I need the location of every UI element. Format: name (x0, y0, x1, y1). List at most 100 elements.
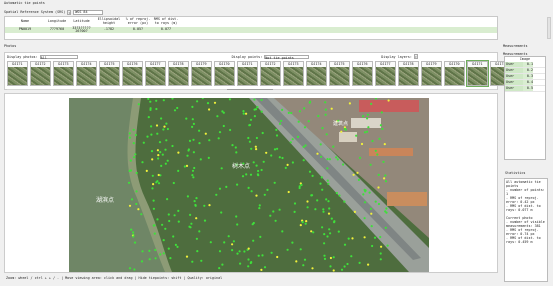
tie-point-marker[interactable] (298, 185, 301, 188)
tie-point-marker[interactable] (165, 122, 168, 125)
tie-point-marker[interactable] (252, 221, 255, 225)
tie-point-marker[interactable] (200, 259, 203, 262)
tie-point-marker[interactable] (162, 239, 165, 242)
tie-point-marker[interactable] (218, 187, 222, 190)
tie-point-marker[interactable] (163, 125, 166, 128)
tie-point-marker[interactable] (140, 213, 143, 216)
tie-point-marker[interactable] (260, 110, 263, 113)
tie-point-marker[interactable] (337, 230, 340, 233)
tie-point-marker[interactable] (363, 131, 367, 134)
tie-point-marker[interactable] (135, 202, 138, 206)
col-longitude[interactable]: Longitude (45, 19, 69, 24)
tie-point-marker[interactable] (308, 170, 312, 173)
tie-point-marker[interactable] (253, 115, 256, 118)
tie-point-marker[interactable] (128, 267, 132, 270)
tie-point-marker[interactable] (222, 111, 225, 114)
tie-point-marker[interactable] (217, 137, 220, 140)
tie-point-marker[interactable] (209, 241, 212, 244)
tie-point-marker[interactable] (270, 154, 273, 157)
main-photo-view[interactable]: 湖滨点 树木点 建筑点 (4, 93, 498, 273)
tie-point-marker[interactable] (183, 165, 186, 168)
tie-point-marker[interactable] (328, 228, 331, 231)
tie-point-marker[interactable] (241, 175, 245, 178)
tie-point-marker[interactable] (236, 223, 239, 226)
tie-point-marker[interactable] (343, 265, 346, 268)
photo-thumbnail[interactable]: DJI?6 (352, 61, 373, 86)
tie-point-marker[interactable] (272, 210, 275, 213)
tie-point-marker[interactable] (154, 248, 157, 252)
photo-thumbnail[interactable]: DJI?3 (53, 61, 74, 86)
tie-point-marker[interactable] (234, 146, 237, 149)
tie-point-marker[interactable] (203, 204, 206, 207)
tie-point-marker[interactable] (261, 254, 264, 257)
tie-point-marker[interactable] (250, 190, 253, 193)
tie-point-marker[interactable] (171, 144, 174, 148)
tie-point-marker[interactable] (387, 99, 390, 102)
tie-point-marker[interactable] (132, 235, 135, 238)
tie-point-marker[interactable] (188, 225, 191, 228)
tie-point-marker[interactable] (161, 153, 164, 156)
tie-point-marker[interactable] (287, 190, 290, 194)
tie-point-marker[interactable] (344, 128, 347, 131)
tie-point-marker[interactable] (255, 136, 258, 140)
tie-point-marker[interactable] (302, 159, 305, 162)
aerial-photo[interactable]: 湖滨点 树木点 建筑点 (69, 96, 429, 272)
tie-point-marker[interactable] (173, 214, 176, 217)
photo-thumbnail[interactable]: DJI?8 (398, 61, 419, 86)
tie-point-marker[interactable] (320, 176, 323, 179)
tie-point-marker[interactable] (300, 183, 303, 187)
tie-point-marker[interactable] (198, 142, 201, 145)
tie-point-marker[interactable] (290, 111, 293, 115)
col-height[interactable]: Ellipsoidal height (94, 17, 124, 25)
tie-point-marker[interactable] (348, 102, 351, 105)
tie-point-marker[interactable] (377, 173, 380, 176)
tie-point-marker[interactable] (260, 98, 263, 102)
tie-point-marker[interactable] (326, 158, 329, 161)
tie-point-marker[interactable] (128, 204, 132, 207)
tie-point-marker[interactable] (322, 210, 325, 213)
tie-point-marker[interactable] (265, 151, 268, 154)
tie-point-marker[interactable] (374, 149, 377, 152)
tie-point-marker[interactable] (324, 113, 327, 116)
tie-point-marker[interactable] (357, 178, 360, 181)
photo-thumbnail[interactable]: DJI?1 (237, 61, 258, 86)
tie-point-marker[interactable] (376, 153, 379, 156)
tie-point-marker[interactable] (129, 159, 132, 162)
tie-point-marker[interactable] (141, 161, 144, 164)
tie-point-marker[interactable] (378, 137, 381, 140)
tie-point-marker[interactable] (191, 105, 194, 108)
photo-thumbnail[interactable]: DJI?1 (7, 61, 28, 86)
tie-point-marker[interactable] (362, 193, 365, 196)
tie-point-marker[interactable] (367, 263, 370, 266)
photo-thumbnail[interactable]: DJI?0 (444, 61, 465, 86)
tie-point-marker[interactable] (379, 235, 382, 239)
tie-point-marker[interactable] (231, 243, 234, 246)
tie-point-marker[interactable] (177, 169, 180, 172)
tie-point-marker[interactable] (166, 159, 169, 162)
measurement-row[interactable]: User 0.5 (505, 86, 545, 92)
tie-point-marker[interactable] (261, 131, 264, 135)
tie-point-marker[interactable] (370, 225, 373, 228)
tie-point-marker[interactable] (291, 161, 294, 164)
tie-point-marker[interactable] (291, 138, 294, 141)
tie-point-marker[interactable] (381, 127, 384, 130)
tie-point-marker[interactable] (185, 255, 189, 258)
tie-point-marker[interactable] (255, 194, 258, 197)
tie-point-marker[interactable] (255, 164, 258, 167)
tie-point-marker[interactable] (280, 119, 283, 122)
tie-point-marker[interactable] (249, 118, 253, 121)
tie-point-marker[interactable] (321, 226, 324, 229)
tie-point-marker[interactable] (189, 213, 192, 216)
tie-point-marker[interactable] (356, 171, 359, 174)
tie-point-marker[interactable] (363, 217, 366, 220)
tie-point-marker[interactable] (167, 213, 170, 216)
photo-thumbnail[interactable]: DJI?2 (260, 61, 281, 86)
tie-point-marker[interactable] (153, 232, 156, 235)
tie-point-marker[interactable] (208, 139, 211, 142)
tie-point-marker[interactable] (141, 250, 144, 253)
tie-point-marker[interactable] (236, 183, 239, 186)
tie-point-marker[interactable] (157, 173, 160, 177)
srs-dropdown-icon[interactable]: ▾ (67, 9, 72, 15)
tie-point-marker[interactable] (325, 198, 328, 201)
tie-point-marker[interactable] (177, 209, 180, 212)
